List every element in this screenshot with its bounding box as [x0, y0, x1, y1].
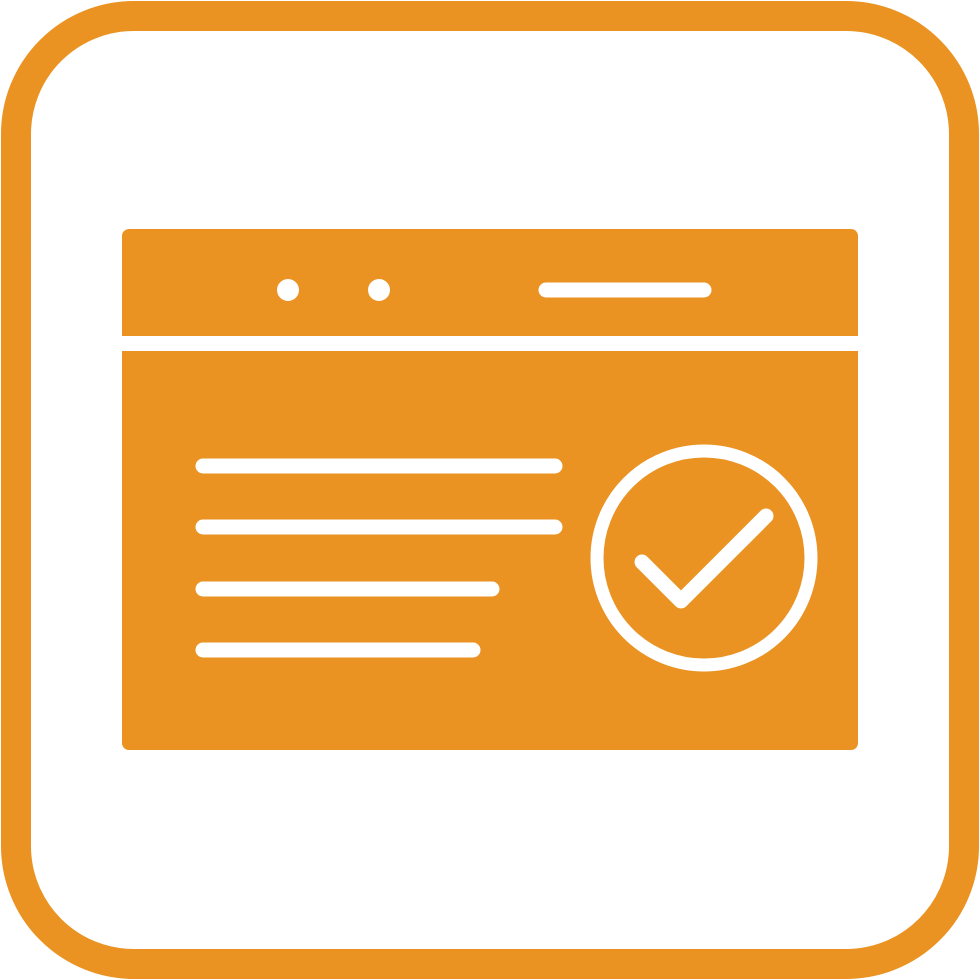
web-page-verified-icon	[1, 1, 979, 979]
title-bar-divider	[122, 336, 858, 351]
window-dot-icon	[368, 279, 390, 301]
window-dot-icon	[277, 279, 299, 301]
browser-window	[122, 229, 858, 750]
icon-canvas	[0, 0, 980, 980]
